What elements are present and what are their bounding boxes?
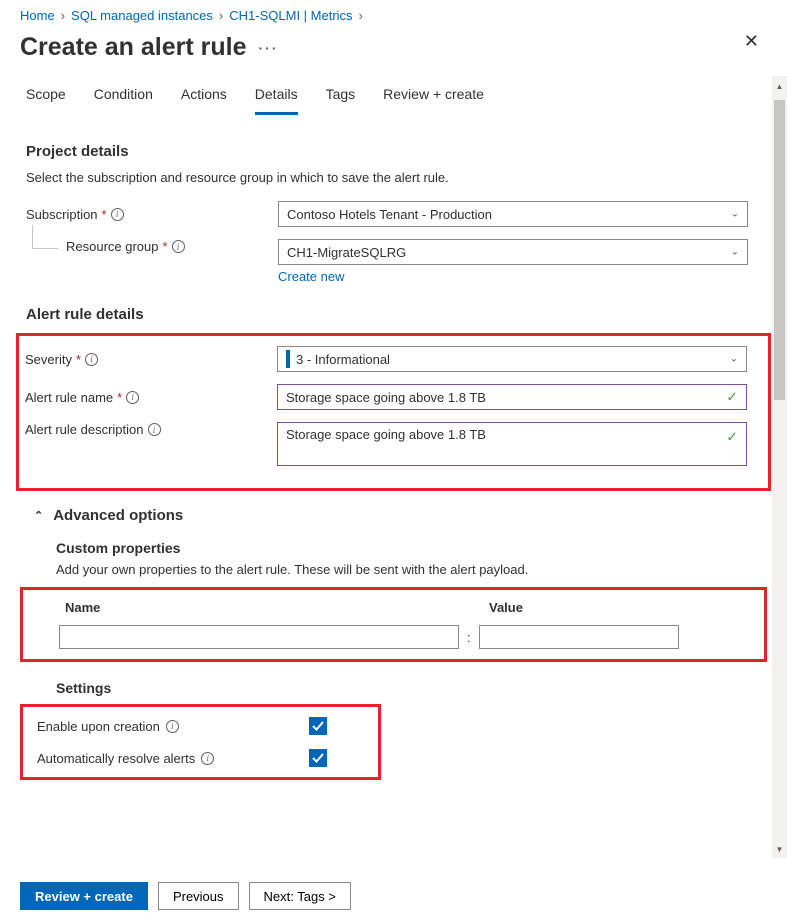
resource-group-select[interactable]: CH1-MigrateSQLRG ⌄ — [278, 239, 748, 265]
resource-group-label: Resource group * i — [26, 239, 278, 254]
checkmark-icon: ✓ — [726, 429, 738, 446]
breadcrumb: Home › SQL managed instances › CH1-SQLMI… — [20, 8, 767, 23]
tab-details[interactable]: Details — [255, 80, 298, 115]
highlight-alert-details: Severity * i 3 - Informational ⌄ Alert r… — [16, 333, 771, 491]
subscription-select[interactable]: Contoso Hotels Tenant - Production ⌄ — [278, 201, 748, 227]
prop-value-header: Value — [489, 600, 523, 615]
breadcrumb-sql-instances[interactable]: SQL managed instances — [71, 8, 213, 23]
auto-resolve-checkbox[interactable] — [309, 749, 327, 767]
project-details-heading: Project details — [26, 143, 761, 160]
settings-heading: Settings — [56, 680, 761, 696]
chevron-down-icon: ⌄ — [731, 247, 739, 258]
info-icon[interactable]: i — [172, 240, 185, 253]
close-icon[interactable]: ✕ — [736, 27, 767, 56]
tab-review-create[interactable]: Review + create — [383, 80, 484, 115]
tab-scope[interactable]: Scope — [26, 80, 66, 115]
info-icon[interactable]: i — [111, 208, 124, 221]
custom-properties-heading: Custom properties — [56, 540, 761, 556]
chevron-down-icon: ⌄ — [730, 354, 738, 365]
prop-name-header: Name — [59, 600, 489, 615]
alert-description-label: Alert rule description i — [25, 422, 277, 437]
scroll-up-icon[interactable]: ▲ — [774, 80, 785, 92]
chevron-up-icon: ⌃ — [34, 509, 43, 522]
footer-actions: Review + create Previous Next: Tags > — [20, 882, 351, 910]
checkmark-icon: ✓ — [726, 389, 738, 406]
tabs: Scope Condition Actions Details Tags Rev… — [26, 80, 761, 115]
enable-upon-creation-label: Enable upon creation i — [37, 719, 309, 734]
chevron-right-icon: › — [219, 8, 223, 23]
create-new-link[interactable]: Create new — [278, 269, 344, 284]
subscription-label: Subscription * i — [26, 207, 278, 222]
info-icon[interactable]: i — [166, 720, 179, 733]
info-icon[interactable]: i — [201, 752, 214, 765]
advanced-options-toggle[interactable]: ⌃ Advanced options — [34, 507, 761, 524]
more-actions-icon[interactable]: ··· — [259, 40, 279, 56]
alert-name-input[interactable]: Storage space going above 1.8 TB ✓ — [277, 384, 747, 410]
chevron-right-icon: › — [359, 8, 363, 23]
tab-tags[interactable]: Tags — [326, 80, 356, 115]
auto-resolve-label: Automatically resolve alerts i — [37, 751, 309, 766]
tab-actions[interactable]: Actions — [181, 80, 227, 115]
property-name-input[interactable] — [59, 625, 459, 649]
alert-name-label: Alert rule name * i — [25, 390, 277, 405]
chevron-down-icon: ⌄ — [731, 209, 739, 220]
alert-description-input[interactable]: Storage space going above 1.8 TB ✓ — [277, 422, 747, 466]
scroll-down-icon[interactable]: ▼ — [774, 843, 785, 855]
previous-button[interactable]: Previous — [158, 882, 239, 910]
highlight-custom-properties: Name Value : — [20, 587, 767, 662]
checkmark-icon — [312, 752, 324, 764]
info-icon[interactable]: i — [148, 423, 161, 436]
severity-label: Severity * i — [25, 352, 277, 367]
next-tags-button[interactable]: Next: Tags > — [249, 882, 351, 910]
highlight-settings: Enable upon creation i Automatically res… — [20, 704, 381, 780]
property-value-input[interactable] — [479, 625, 679, 649]
alert-rule-details-heading: Alert rule details — [26, 306, 761, 323]
scrollbar-thumb[interactable] — [774, 100, 785, 400]
review-create-button[interactable]: Review + create — [20, 882, 148, 910]
info-icon[interactable]: i — [126, 391, 139, 404]
severity-bar-icon — [286, 350, 290, 368]
custom-properties-helper: Add your own properties to the alert rul… — [56, 562, 761, 577]
tab-condition[interactable]: Condition — [94, 80, 153, 115]
chevron-right-icon: › — [61, 8, 65, 23]
breadcrumb-home[interactable]: Home — [20, 8, 55, 23]
project-details-helper: Select the subscription and resource gro… — [26, 170, 761, 185]
checkmark-icon — [312, 720, 324, 732]
page-title: Create an alert rule ··· — [20, 33, 279, 62]
enable-upon-creation-checkbox[interactable] — [309, 717, 327, 735]
info-icon[interactable]: i — [85, 353, 98, 366]
breadcrumb-metrics[interactable]: CH1-SQLMI | Metrics — [229, 8, 352, 23]
severity-select[interactable]: 3 - Informational ⌄ — [277, 346, 747, 372]
